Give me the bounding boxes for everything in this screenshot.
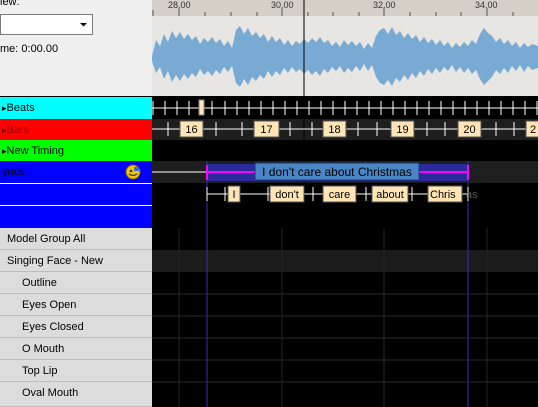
bar-label-21[interactable]: 2	[525, 120, 538, 138]
row-label-lyrics-phonemes[interactable]	[0, 206, 152, 228]
row-label-text: New Timing	[6, 145, 64, 157]
beat-marker-selected[interactable]	[198, 99, 205, 116]
phrase-text: I don't care about Christmas	[262, 165, 412, 179]
bar-label-text: 18	[328, 124, 340, 136]
row-label-beats[interactable]: ▸Beats	[0, 97, 152, 119]
timeline-grid[interactable]: 16 17 18 19 20 2 I don't care about Chri…	[152, 97, 538, 407]
row-label-o-mouth[interactable]: O Mouth	[0, 338, 152, 360]
word-text: I	[232, 189, 235, 201]
bar-label-text: 17	[260, 124, 272, 136]
row-label-text: yrics	[2, 166, 25, 178]
word-block[interactable]: care	[322, 185, 357, 203]
bar-label-20[interactable]: 20	[457, 120, 482, 138]
ruler-tick-label: 32.00	[373, 0, 396, 10]
row-label-eyes-closed[interactable]: Eyes Closed	[0, 316, 152, 338]
eyes-closed-track[interactable]	[152, 316, 538, 338]
word-text: Chris	[430, 189, 456, 201]
bar-label-17[interactable]: 17	[253, 120, 280, 138]
row-label-eyes-open[interactable]: Eyes Open	[0, 294, 152, 316]
phonemes-track[interactable]	[152, 204, 538, 228]
time-ruler[interactable]: 28.00 30.00 32.00 34.00	[152, 0, 538, 16]
word-text: about	[376, 189, 404, 201]
outline-track[interactable]	[152, 272, 538, 294]
row-label-text: Beats	[6, 102, 35, 114]
waveform[interactable]	[152, 16, 538, 97]
row-label-singing-face[interactable]: Singing Face - New	[0, 250, 152, 272]
ruler-tick-label: 30.00	[271, 0, 294, 10]
singing-face-track[interactable]	[152, 250, 538, 272]
model-group-track[interactable]	[152, 228, 538, 250]
word-text: don't	[275, 189, 299, 201]
ruler-tick-label: 34.00	[475, 0, 498, 10]
row-label-new-timing[interactable]: ▸New Timing	[0, 140, 152, 161]
view-dropdown[interactable]	[0, 14, 93, 35]
bar-label-text: 20	[463, 124, 475, 136]
row-label-oval-mouth[interactable]: Oval Mouth	[0, 382, 152, 407]
ruler-tick-label: 28.00	[168, 0, 191, 10]
o-mouth-track[interactable]	[152, 338, 538, 360]
row-label-bars[interactable]: ▸Bars	[0, 119, 152, 140]
timeline-canvas: 16 17 18 19 20 2 I don't care about Chri…	[152, 97, 538, 407]
header-panel: iew: me: 0:00.00	[0, 0, 152, 97]
bar-label-text: 16	[185, 124, 197, 136]
eyes-open-track[interactable]	[152, 294, 538, 316]
ruler-ticks: 28.00 30.00 32.00 34.00	[152, 0, 514, 16]
chevron-down-icon	[80, 23, 87, 27]
time-label: me: 0:00.00	[0, 43, 59, 55]
face-icon[interactable]	[125, 164, 141, 180]
top-lip-track[interactable]	[152, 360, 538, 382]
word-text: care	[329, 189, 350, 201]
waveform-shape	[152, 16, 538, 97]
word-overflow-text: as	[466, 189, 478, 201]
bar-label-text: 2	[530, 124, 536, 136]
bar-label-19[interactable]: 19	[390, 120, 415, 138]
word-block[interactable]: Chris	[427, 185, 463, 203]
row-label-text: Bars	[6, 124, 30, 136]
phrase-block[interactable]: I don't care about Christmas	[254, 162, 420, 181]
row-label-lyrics[interactable]: yrics	[0, 161, 152, 183]
new-timing-track[interactable]	[152, 140, 538, 161]
word-block[interactable]: I	[227, 185, 241, 203]
word-block[interactable]: don't	[269, 185, 305, 203]
bar-label-18[interactable]: 18	[322, 120, 347, 138]
bar-label-16[interactable]: 16	[179, 120, 204, 138]
row-label-outline[interactable]: Outline	[0, 272, 152, 294]
view-label: iew:	[0, 0, 20, 8]
oval-mouth-track[interactable]	[152, 382, 538, 407]
word-block[interactable]: about	[371, 185, 409, 203]
row-label-top-lip[interactable]: Top Lip	[0, 360, 152, 382]
row-label-lyrics-words[interactable]	[0, 184, 152, 205]
bar-label-text: 19	[396, 124, 408, 136]
row-label-model-group[interactable]: Model Group All	[0, 228, 152, 250]
